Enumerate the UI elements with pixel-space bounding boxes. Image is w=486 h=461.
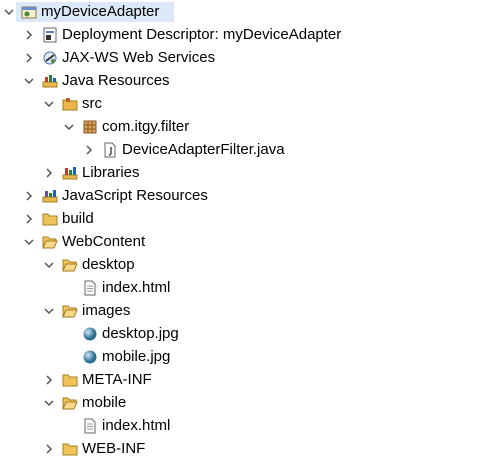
folder-icon bbox=[42, 211, 58, 227]
tree-item-label: build bbox=[62, 210, 94, 227]
folder-open-icon bbox=[42, 234, 58, 250]
tree-item-label: index.html bbox=[102, 279, 171, 296]
chevron-down-icon[interactable] bbox=[44, 306, 54, 316]
web-services-icon bbox=[42, 50, 58, 66]
chevron-down-icon[interactable] bbox=[44, 99, 54, 109]
tree-item-label: WebContent bbox=[62, 233, 146, 250]
chevron-right-icon[interactable] bbox=[24, 191, 34, 201]
tree-item-label: mobile bbox=[82, 394, 127, 411]
chevron-down-icon[interactable] bbox=[44, 398, 54, 408]
tree-item-label: desktop.jpg bbox=[102, 325, 179, 342]
chevron-right-icon[interactable] bbox=[44, 444, 54, 454]
folder-open-icon bbox=[62, 395, 78, 411]
chevron-right-icon[interactable] bbox=[44, 375, 54, 385]
project-explorer-tree: myDeviceAdapter Deployment Descriptor: m… bbox=[0, 0, 486, 461]
chevron-down-icon[interactable] bbox=[44, 260, 54, 270]
package-icon bbox=[82, 119, 98, 135]
tree-item-label: JavaScript Resources bbox=[62, 187, 208, 204]
tree-item-label: desktop bbox=[82, 256, 135, 273]
tree-item-label: Libraries bbox=[82, 164, 140, 181]
chevron-right-icon[interactable] bbox=[44, 168, 54, 178]
tree-item-label: Deployment Descriptor: myDeviceAdapter bbox=[62, 26, 342, 43]
image-file-icon bbox=[82, 326, 98, 342]
chevron-down-icon[interactable] bbox=[4, 7, 14, 17]
tree-item-label: com.itgy.filter bbox=[102, 118, 190, 135]
java-resources-icon bbox=[42, 73, 58, 89]
folder-open-icon bbox=[62, 303, 78, 319]
java-file-icon bbox=[102, 142, 118, 158]
tree-item-label: index.html bbox=[102, 417, 171, 434]
image-file-icon bbox=[82, 349, 98, 365]
libraries-icon bbox=[62, 165, 78, 181]
tree-item-label: WEB-INF bbox=[82, 440, 146, 457]
web-project-icon bbox=[21, 4, 37, 20]
deployment-descriptor-icon bbox=[42, 27, 58, 43]
chevron-right-icon[interactable] bbox=[24, 53, 34, 63]
tree-item-label: mobile.jpg bbox=[102, 348, 171, 365]
tree-item-label: DeviceAdapterFilter.java bbox=[122, 141, 285, 158]
tree-item-label: images bbox=[82, 302, 131, 319]
folder-icon bbox=[62, 441, 78, 457]
html-file-icon bbox=[82, 280, 98, 296]
chevron-right-icon[interactable] bbox=[84, 145, 94, 155]
tree-item-label: myDeviceAdapter bbox=[41, 3, 160, 20]
chevron-down-icon[interactable] bbox=[64, 122, 74, 132]
folder-open-icon bbox=[62, 257, 78, 273]
tree-item-label: Java Resources bbox=[62, 72, 170, 89]
chevron-right-icon[interactable] bbox=[24, 30, 34, 40]
javascript-resources-icon bbox=[42, 188, 58, 204]
chevron-down-icon[interactable] bbox=[24, 237, 34, 247]
chevron-down-icon[interactable] bbox=[24, 76, 34, 86]
folder-icon bbox=[62, 372, 78, 388]
tree-item-label: src bbox=[82, 95, 102, 112]
tree-item-label: META-INF bbox=[82, 371, 152, 388]
html-file-icon bbox=[82, 418, 98, 434]
chevron-right-icon[interactable] bbox=[24, 214, 34, 224]
tree-item-label: JAX-WS Web Services bbox=[62, 49, 216, 66]
source-folder-icon bbox=[62, 96, 78, 112]
